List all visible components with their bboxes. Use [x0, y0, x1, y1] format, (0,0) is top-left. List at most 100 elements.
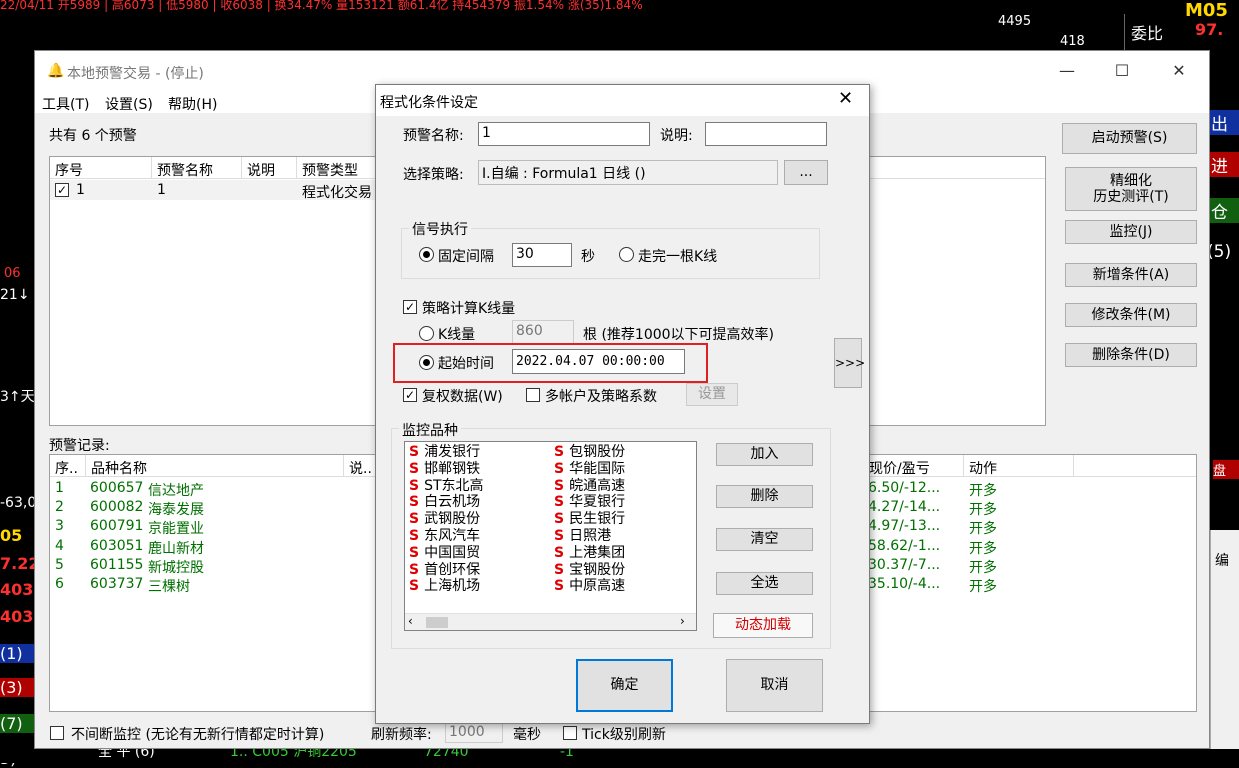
- symbol-list[interactable]: S 浦发银行 S 邯郸钢铁 S ST东北高 S 白云机场 S 武钢股份 S 东风汽车 S 中国国贸 S 首创环…: [404, 441, 697, 631]
- record-price: 58.62/-1...: [868, 537, 941, 554]
- select-all-button[interactable]: 全选: [716, 572, 813, 595]
- remove-symbol-button[interactable]: 删除: [716, 485, 813, 508]
- record-name: 京能置业: [148, 521, 204, 538]
- column-header[interactable]: 动作: [964, 455, 1074, 477]
- symbol-item[interactable]: S 浦发银行: [409, 444, 549, 461]
- symbol-name: 日照港: [569, 527, 612, 544]
- menu-settings[interactable]: 设置(S): [105, 94, 153, 114]
- multi-account-checkbox[interactable]: [526, 388, 540, 402]
- menu-help[interactable]: 帮助(H): [168, 94, 217, 114]
- adjusted-data-checkbox[interactable]: ✓: [403, 388, 417, 402]
- record-name: 新城控股: [148, 559, 204, 576]
- symbol-item[interactable]: S 包钢股份: [554, 444, 694, 461]
- column-header[interactable]: 品种名称: [86, 455, 344, 477]
- expand-button[interactable]: >>>: [834, 338, 865, 388]
- row-checkbox[interactable]: ✓: [55, 183, 69, 197]
- scroll-right-icon[interactable]: ›: [680, 614, 685, 628]
- start-time-input[interactable]: 2022.04.07 00:00:00: [512, 349, 685, 374]
- fixed-interval-radio[interactable]: [419, 247, 434, 262]
- strategy-field[interactable]: I.自编 : Formula1 日线 (): [478, 160, 778, 185]
- symbol-item[interactable]: S 白云机场: [409, 494, 549, 511]
- symbol-item[interactable]: S 武钢股份: [409, 511, 549, 528]
- scroll-left-icon[interactable]: ‹: [408, 614, 413, 628]
- symbol-item[interactable]: S 上港集团: [554, 545, 694, 562]
- symbol-prefix: S: [409, 527, 420, 544]
- monitor-button[interactable]: 监控(J): [1065, 220, 1197, 244]
- symbol-prefix: S: [554, 444, 565, 460]
- right-edit-panel: 编: [1210, 530, 1239, 763]
- bars-count-input[interactable]: 860: [512, 320, 574, 344]
- column-header[interactable]: 现价/盈亏: [864, 455, 964, 477]
- refresh-input[interactable]: 1000: [445, 721, 503, 743]
- edit-label[interactable]: 编: [1215, 550, 1229, 570]
- clear-symbols-button[interactable]: 清空: [716, 528, 813, 551]
- symbol-item[interactable]: S 首创环保: [409, 562, 549, 579]
- browse-strategy-button[interactable]: ...: [784, 160, 828, 185]
- add-condition-button[interactable]: 新增条件(A): [1065, 263, 1197, 287]
- maximize-button[interactable]: ☐: [1110, 61, 1134, 81]
- symbol-name: 白云机场: [424, 494, 481, 511]
- condition-dialog: 程式化条件设定 ✕ 预警名称: 1 说明: 选择策略: I.自编 : Formu…: [375, 84, 870, 724]
- column-header[interactable]: 序号: [50, 157, 152, 179]
- column-header[interactable]: 预警名称: [152, 157, 242, 179]
- horizontal-scrollbar[interactable]: ‹ ›: [405, 613, 696, 630]
- monitor-group-label: 监控品种: [399, 420, 461, 440]
- symbol-item[interactable]: S 上海机场: [409, 578, 549, 595]
- dialog-close-button[interactable]: ✕: [838, 88, 853, 109]
- symbol-item[interactable]: S ST东北高: [409, 478, 549, 495]
- dynamic-load-button[interactable]: 动态加载: [713, 613, 813, 638]
- symbol-item[interactable]: S 邯郸钢铁: [409, 461, 549, 478]
- symbol-item[interactable]: S 日照港: [554, 528, 694, 545]
- add-symbol-button[interactable]: 加入: [716, 443, 813, 466]
- scroll-thumb[interactable]: [426, 617, 448, 628]
- delete-condition-button[interactable]: 删除条件(D): [1065, 343, 1197, 367]
- calc-bars-checkbox[interactable]: ✓: [403, 300, 417, 314]
- symbol-item[interactable]: S 东风汽车: [409, 528, 549, 545]
- table-row[interactable]: ✓ 1 1 程式化交易: [50, 180, 390, 201]
- symbol-prefix: S: [554, 527, 565, 544]
- column-header[interactable]: 序..: [50, 455, 86, 477]
- symbol-name: ST东北高: [424, 477, 484, 494]
- tick-refresh-checkbox[interactable]: [563, 726, 577, 740]
- alert-name-input[interactable]: 1: [478, 122, 650, 146]
- bars-count-radio[interactable]: [419, 326, 434, 341]
- record-code: 601155: [90, 556, 144, 573]
- interval-input[interactable]: 30: [512, 243, 572, 267]
- menu-tools[interactable]: 工具(T): [42, 94, 89, 114]
- description-label: 说明:: [660, 128, 693, 144]
- continuous-monitor-checkbox[interactable]: [50, 726, 64, 740]
- bar-complete-radio[interactable]: [619, 247, 634, 262]
- symbol-prefix: S: [554, 477, 565, 494]
- symbol-column-left: S 浦发银行 S 邯郸钢铁 S ST东北高 S 白云机场 S 武钢股份 S 东风汽车 S 中国国贸 S 首创环…: [409, 444, 549, 595]
- start-alert-button[interactable]: 启动预警(S): [1062, 123, 1197, 154]
- symbol-item[interactable]: S 中原高速: [554, 578, 694, 595]
- ok-button[interactable]: 确定: [576, 659, 673, 712]
- symbol-prefix: S: [554, 578, 565, 595]
- cancel-button[interactable]: 取消: [726, 659, 823, 712]
- record-price: 4.97/-13...: [868, 518, 941, 535]
- symbol-prefix: S: [409, 544, 420, 561]
- continuous-monitor-label: 不间断监控 (无论有无新行情都定时计算): [71, 727, 325, 743]
- symbol-item[interactable]: S 皖通高速: [554, 478, 694, 495]
- symbol-item[interactable]: S 中国国贸: [409, 545, 549, 562]
- contract-tab[interactable]: M05: [1185, 0, 1228, 21]
- left-value: 403: [0, 580, 34, 599]
- record-no: 3: [55, 518, 64, 535]
- close-button[interactable]: ✕: [1167, 61, 1191, 81]
- column-header[interactable]: 说明: [242, 157, 297, 179]
- record-price: 30.37/-7...: [868, 556, 941, 573]
- record-action: 开多: [969, 540, 997, 557]
- symbol-item[interactable]: S 民生银行: [554, 511, 694, 528]
- symbol-item[interactable]: S 华能国际: [554, 461, 694, 478]
- start-time-radio[interactable]: [419, 355, 434, 370]
- alert-count: 共有 6 个预警: [49, 128, 137, 144]
- symbol-item[interactable]: S 宝钢股份: [554, 562, 694, 579]
- settings-button[interactable]: 设置: [686, 383, 738, 406]
- minimize-button[interactable]: —: [1055, 61, 1079, 81]
- backtest-button[interactable]: 精细化 历史测评(T): [1065, 167, 1197, 211]
- edit-condition-button[interactable]: 修改条件(M): [1065, 303, 1197, 327]
- symbol-item[interactable]: S 华夏银行: [554, 494, 694, 511]
- left-value: 403: [0, 607, 34, 626]
- description-input[interactable]: [705, 122, 827, 146]
- left-value: 21↓: [0, 287, 30, 303]
